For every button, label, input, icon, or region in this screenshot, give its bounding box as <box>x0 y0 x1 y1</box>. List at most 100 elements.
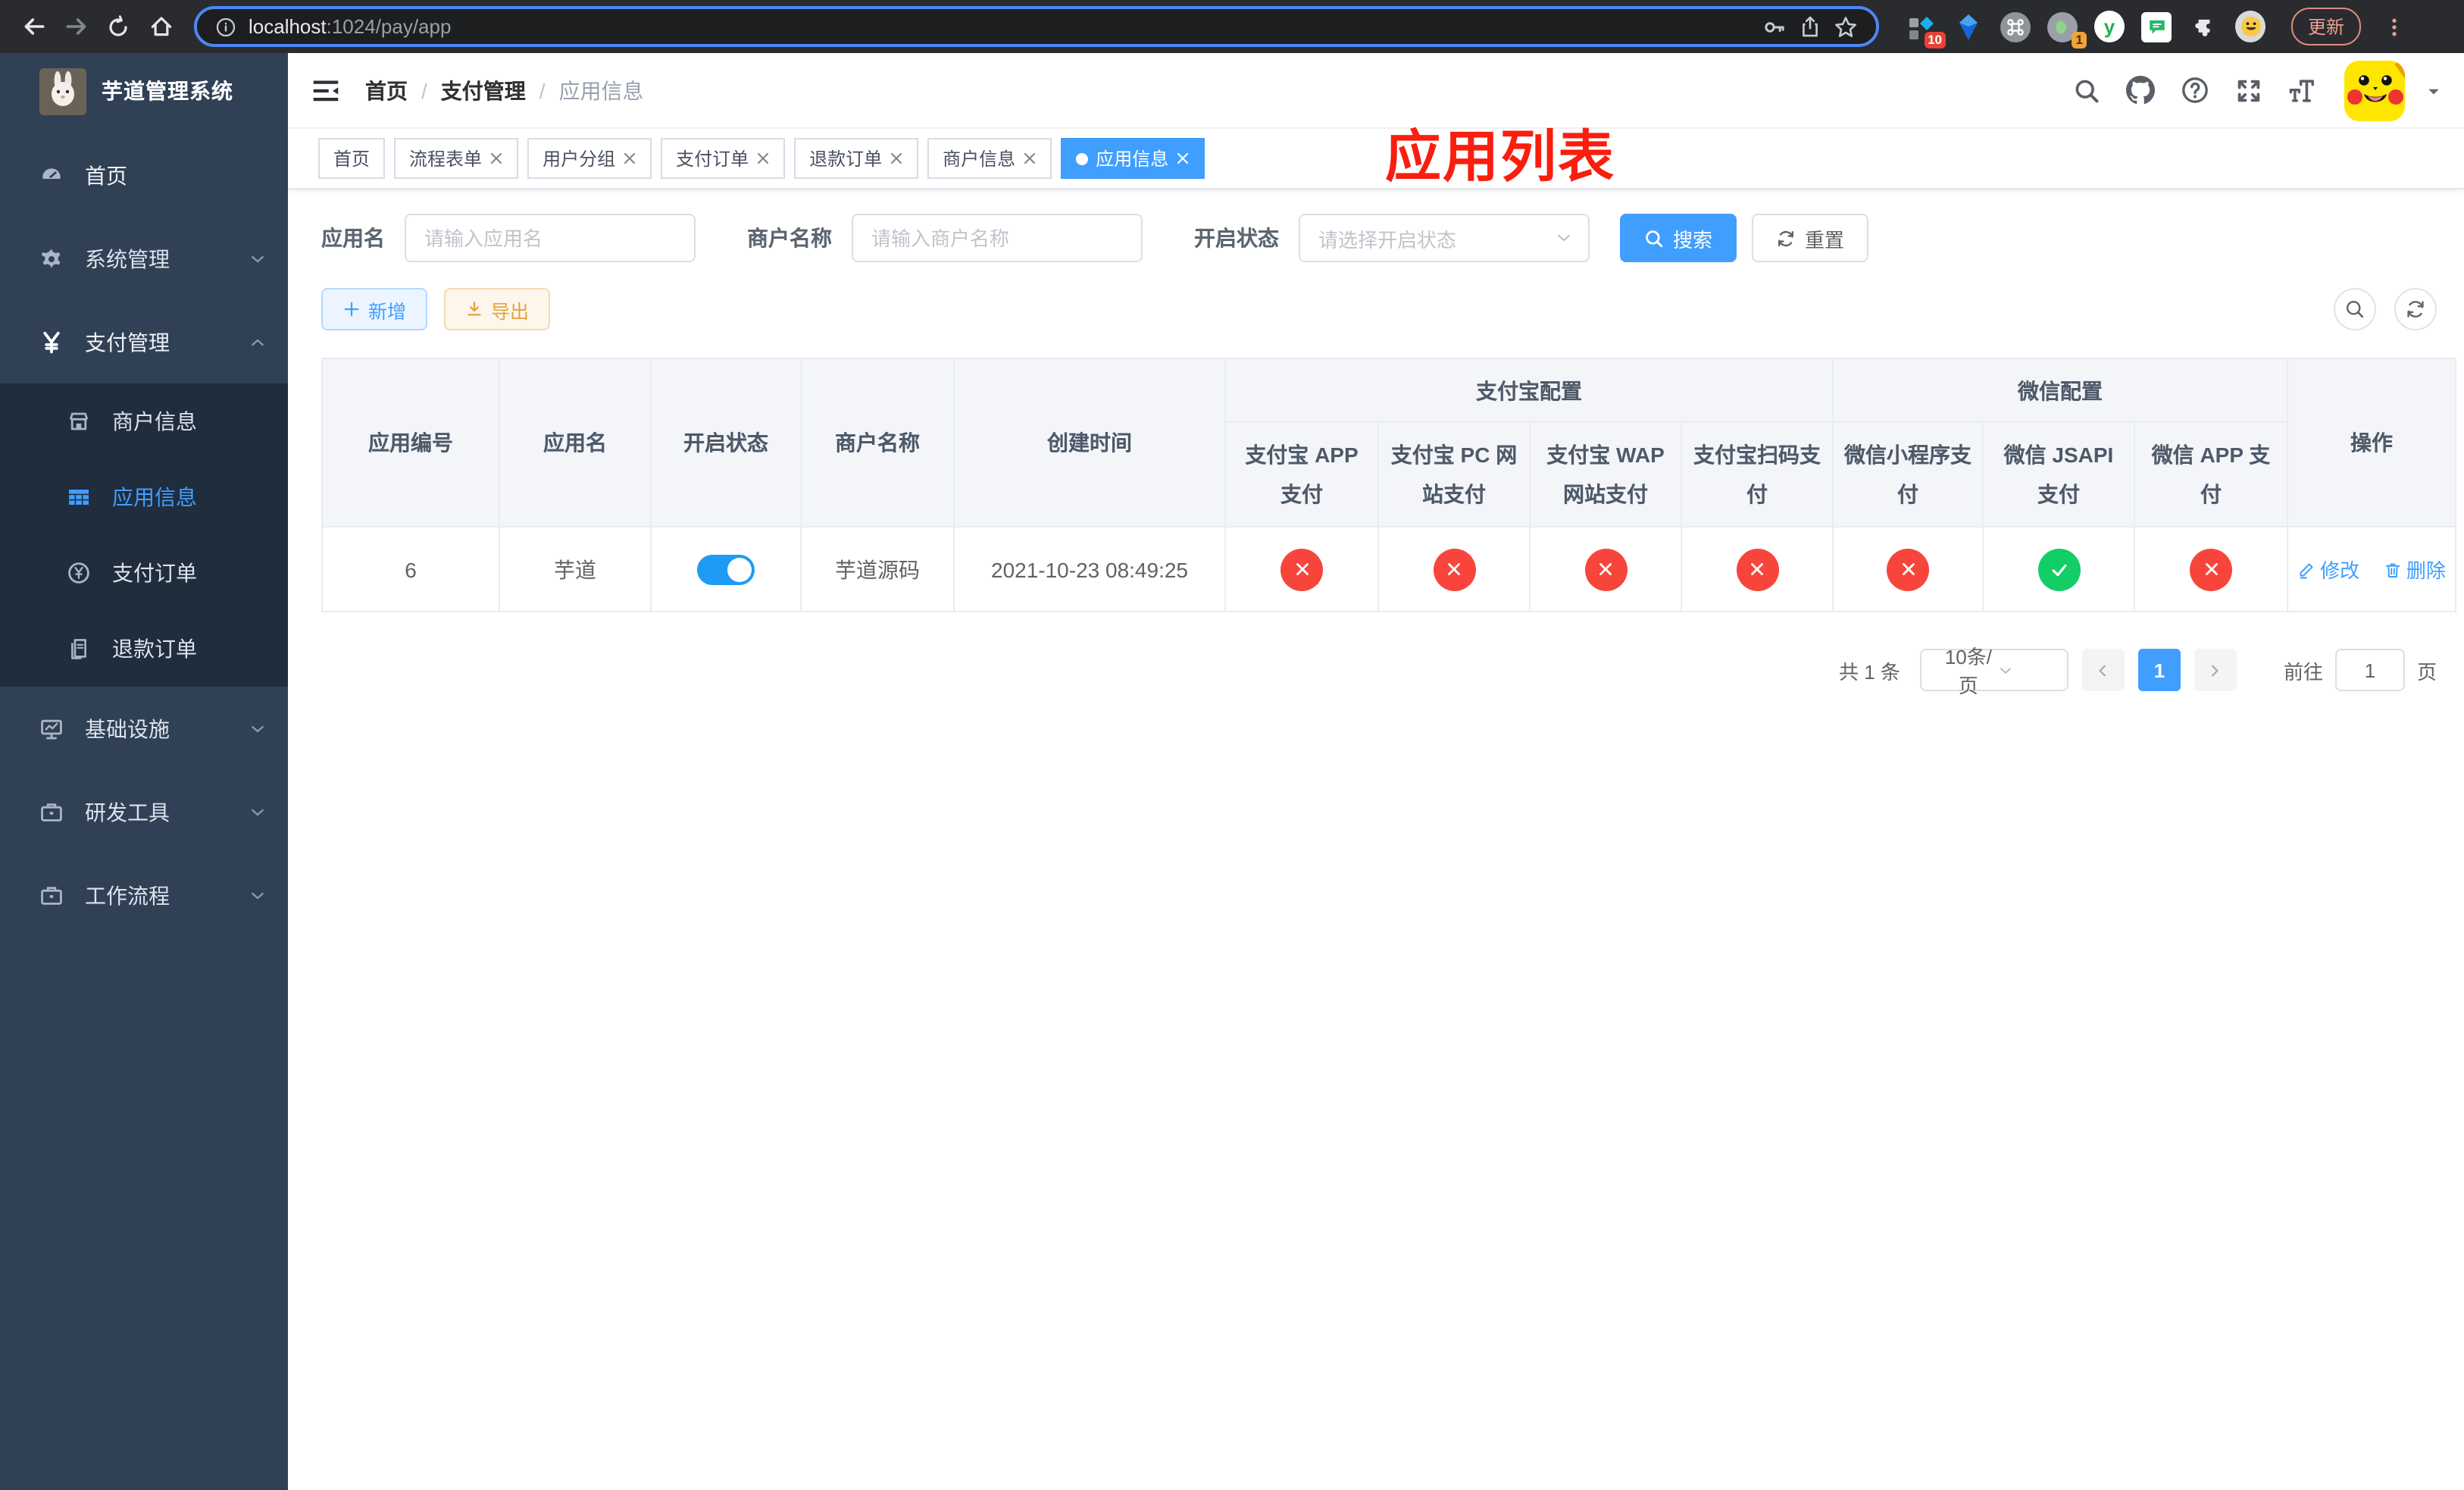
navbar-actions <box>2073 60 2443 121</box>
extension-chat-icon[interactable] <box>2141 11 2172 42</box>
sidebar-item-workflow[interactable]: 工作流程 <box>0 853 288 937</box>
sidebar-item-pay-orders[interactable]: 支付订单 <box>0 535 288 611</box>
browser-update-button[interactable]: 更新 <box>2291 8 2362 45</box>
bookmark-star-icon[interactable] <box>1834 14 1858 39</box>
help-icon[interactable] <box>2181 76 2209 105</box>
page-number-button[interactable]: 1 <box>2137 649 2181 691</box>
extensions-row: 10 1 y 更新 <box>1906 8 2405 48</box>
tab-merchant-info[interactable]: 商户信息 <box>927 138 1052 179</box>
edit-button[interactable]: 修改 <box>2297 555 2359 584</box>
table-toolbar: 新增 导出 <box>321 288 2437 330</box>
status-select[interactable]: 请选择开启状态 <box>1299 214 1590 262</box>
browser-back-button[interactable] <box>15 8 52 45</box>
app-title: 芋道管理系统 <box>102 79 233 103</box>
breadcrumb-current: 应用信息 <box>558 78 644 102</box>
goto-page-input[interactable] <box>2334 649 2405 691</box>
password-key-icon[interactable] <box>1762 14 1787 39</box>
tab-label: 用户分组 <box>543 149 616 170</box>
filter-form: 应用名 商户名称 开启状态 请选择开启状态 搜索 <box>321 214 2437 262</box>
share-icon[interactable] <box>1799 15 1821 38</box>
breadcrumb-home[interactable]: 首页 <box>365 75 408 105</box>
close-icon[interactable] <box>489 152 503 165</box>
reload-icon <box>109 14 127 36</box>
pagination: 共 1 条 10条/页 1 前往 页 <box>321 646 2437 697</box>
cell-app-id: 6 <box>321 526 500 612</box>
browser-reload-button[interactable] <box>100 8 136 45</box>
extension-yudao-icon[interactable]: y <box>2094 11 2125 42</box>
prev-page-button[interactable] <box>2081 649 2125 691</box>
app-logo[interactable]: 芋道管理系统 <box>0 53 288 129</box>
add-button[interactable]: 新增 <box>321 288 428 330</box>
avatar-caret-icon[interactable] <box>2425 81 2443 99</box>
extension-recorder-icon[interactable]: 1 <box>2047 11 2087 48</box>
extension-badge: 1 <box>2072 32 2087 48</box>
search-icon[interactable] <box>2073 77 2100 104</box>
sidebar-item-home[interactable]: 首页 <box>0 133 288 217</box>
refresh-table-button[interactable] <box>2394 288 2437 330</box>
breadcrumb-payment[interactable]: 支付管理 <box>441 75 526 105</box>
add-button-label: 新增 <box>368 301 407 322</box>
edit-button-label: 修改 <box>2320 559 2360 582</box>
close-icon[interactable] <box>1023 152 1037 165</box>
tab-app-info[interactable]: 应用信息 <box>1061 138 1205 179</box>
close-icon[interactable] <box>890 152 903 165</box>
sidebar-item-dev-tools[interactable]: 研发工具 <box>0 770 288 853</box>
profile-avatar-icon[interactable] <box>2235 11 2265 42</box>
sidebar-item-system[interactable]: 系统管理 <box>0 217 288 300</box>
url-host: localhost <box>249 15 327 38</box>
delete-button[interactable]: 删除 <box>2384 555 2446 584</box>
alipay-qr-status-icon <box>1736 548 1778 590</box>
tab-refund-orders[interactable]: 退款订单 <box>794 138 919 179</box>
tab-pay-orders[interactable]: 支付订单 <box>661 138 786 179</box>
export-button[interactable]: 导出 <box>444 288 551 330</box>
extension-blocks-icon[interactable]: 10 <box>1906 11 1946 48</box>
close-icon[interactable] <box>1176 152 1190 165</box>
close-icon[interactable] <box>756 152 770 165</box>
browser-forward-button[interactable] <box>58 8 94 45</box>
toggle-search-button[interactable] <box>2334 288 2376 330</box>
sidebar-item-label: 商户信息 <box>112 409 197 434</box>
tab-label: 退款订单 <box>809 149 883 170</box>
github-icon[interactable] <box>2126 76 2155 105</box>
next-page-button[interactable] <box>2194 649 2237 691</box>
col-header-actions: 操作 <box>2287 358 2456 527</box>
close-icon[interactable] <box>623 152 636 165</box>
fullscreen-icon[interactable] <box>2235 77 2262 104</box>
site-info-icon[interactable] <box>215 16 236 37</box>
text-size-icon[interactable] <box>2288 77 2319 104</box>
app-name-input[interactable] <box>405 214 696 262</box>
grid-icon <box>67 485 91 509</box>
merchant-name-input[interactable] <box>852 214 1143 262</box>
chevron-down-icon <box>249 719 267 737</box>
chevron-down-icon <box>249 249 267 268</box>
sidebar-item-infrastructure[interactable]: 基础设施 <box>0 687 288 770</box>
extension-gem-icon[interactable] <box>1953 11 1984 42</box>
sidebar-item-app-info[interactable]: 应用信息 <box>0 459 288 535</box>
page-size-value: 10条/页 <box>1944 646 1992 697</box>
enabled-switch[interactable] <box>697 554 755 584</box>
tab-home[interactable]: 首页 <box>318 138 386 179</box>
reset-button[interactable]: 重置 <box>1752 214 1869 262</box>
sidebar-item-refund-orders[interactable]: 退款订单 <box>0 611 288 687</box>
extension-command-icon[interactable] <box>2000 11 2031 42</box>
tab-label: 流程表单 <box>409 149 483 170</box>
sidebar-collapse-button[interactable] <box>311 75 341 105</box>
user-avatar[interactable] <box>2344 60 2405 121</box>
extensions-puzzle-icon[interactable] <box>2188 11 2219 42</box>
group-header-alipay: 支付宝配置 <box>1224 358 1834 423</box>
chevron-up-icon <box>249 333 267 351</box>
browser-menu-icon[interactable] <box>2384 16 2405 37</box>
search-button[interactable]: 搜索 <box>1620 214 1737 262</box>
sidebar-item-payment[interactable]: 支付管理 <box>0 300 288 383</box>
tab-user-group[interactable]: 用户分组 <box>527 138 652 179</box>
address-bar[interactable]: localhost:1024/pay/app <box>194 6 1879 47</box>
col-header-app-name: 应用名 <box>499 358 652 527</box>
sidebar-item-label: 系统管理 <box>85 246 170 271</box>
browser-home-button[interactable] <box>142 8 179 45</box>
payment-submenu: 商户信息 应用信息 支付订单 退款订单 <box>0 383 288 687</box>
tab-process-form[interactable]: 流程表单 <box>394 138 519 179</box>
logo-image <box>39 67 86 114</box>
sidebar-item-merchant-info[interactable]: 商户信息 <box>0 383 288 459</box>
page-size-select[interactable]: 10条/页 <box>1919 646 2068 697</box>
group-header-wechat: 微信配置 <box>1832 358 2288 423</box>
